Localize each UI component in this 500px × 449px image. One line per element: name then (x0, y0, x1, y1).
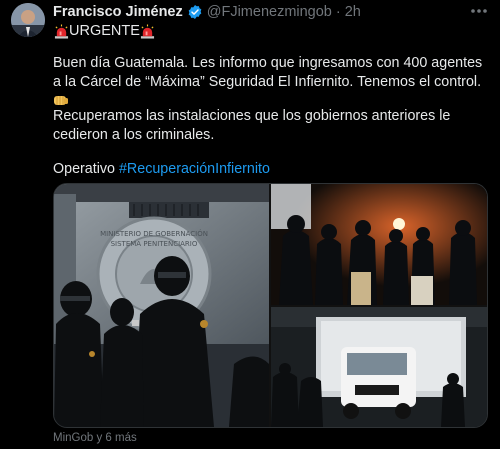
photo-night-guards[interactable] (271, 184, 487, 305)
urgent-label: URGENTE (69, 23, 140, 39)
timestamp[interactable]: 2h (345, 4, 361, 20)
media-grid: MINISTERIO DE GOBERNACIÓN SISTEMA PENITE… (53, 183, 488, 428)
tweet-text: Buen día Guatemala. Les informo que ingr… (53, 54, 493, 179)
police-siren-icon (140, 23, 156, 39)
photo-truck[interactable] (271, 307, 487, 427)
more-options-icon[interactable] (468, 2, 490, 20)
tweet-paragraph-2: Recuperamos las instalaciones que los go… (53, 108, 451, 143)
paragraph-3-prefix: Operativo (53, 161, 119, 177)
media-source-label[interactable]: MinGob y 6 más (53, 432, 137, 444)
tweet-header: Francisco Jiménez @FJimenezmingob · 2h (53, 3, 361, 21)
urgent-line: URGENTE (53, 22, 156, 40)
hashtag-link[interactable]: #RecuperaciónInfiernito (119, 161, 270, 177)
avatar[interactable] (11, 3, 45, 37)
tweet-paragraph-1: Buen día Guatemala. Les informo que ingr… (53, 54, 493, 105)
sign-text-line1: MINISTERIO DE GOBERNACIÓN (100, 229, 208, 238)
sign-text-line2: SISTEMA PENITENCIARIO (111, 240, 198, 248)
author-handle[interactable]: @FJimenezmingob (207, 4, 332, 20)
photo-prison-entrance[interactable]: MINISTERIO DE GOBERNACIÓN SISTEMA PENITE… (54, 184, 269, 427)
separator-dot: · (335, 4, 341, 20)
paragraph-1-text: Buen día Guatemala. Les informo que ingr… (53, 55, 483, 90)
verified-badge-icon (187, 4, 203, 20)
tweet-paragraph-3: Operativo #RecuperaciónInfiernito (53, 160, 493, 179)
author-name[interactable]: Francisco Jiménez (53, 4, 183, 20)
police-siren-icon (53, 23, 69, 39)
